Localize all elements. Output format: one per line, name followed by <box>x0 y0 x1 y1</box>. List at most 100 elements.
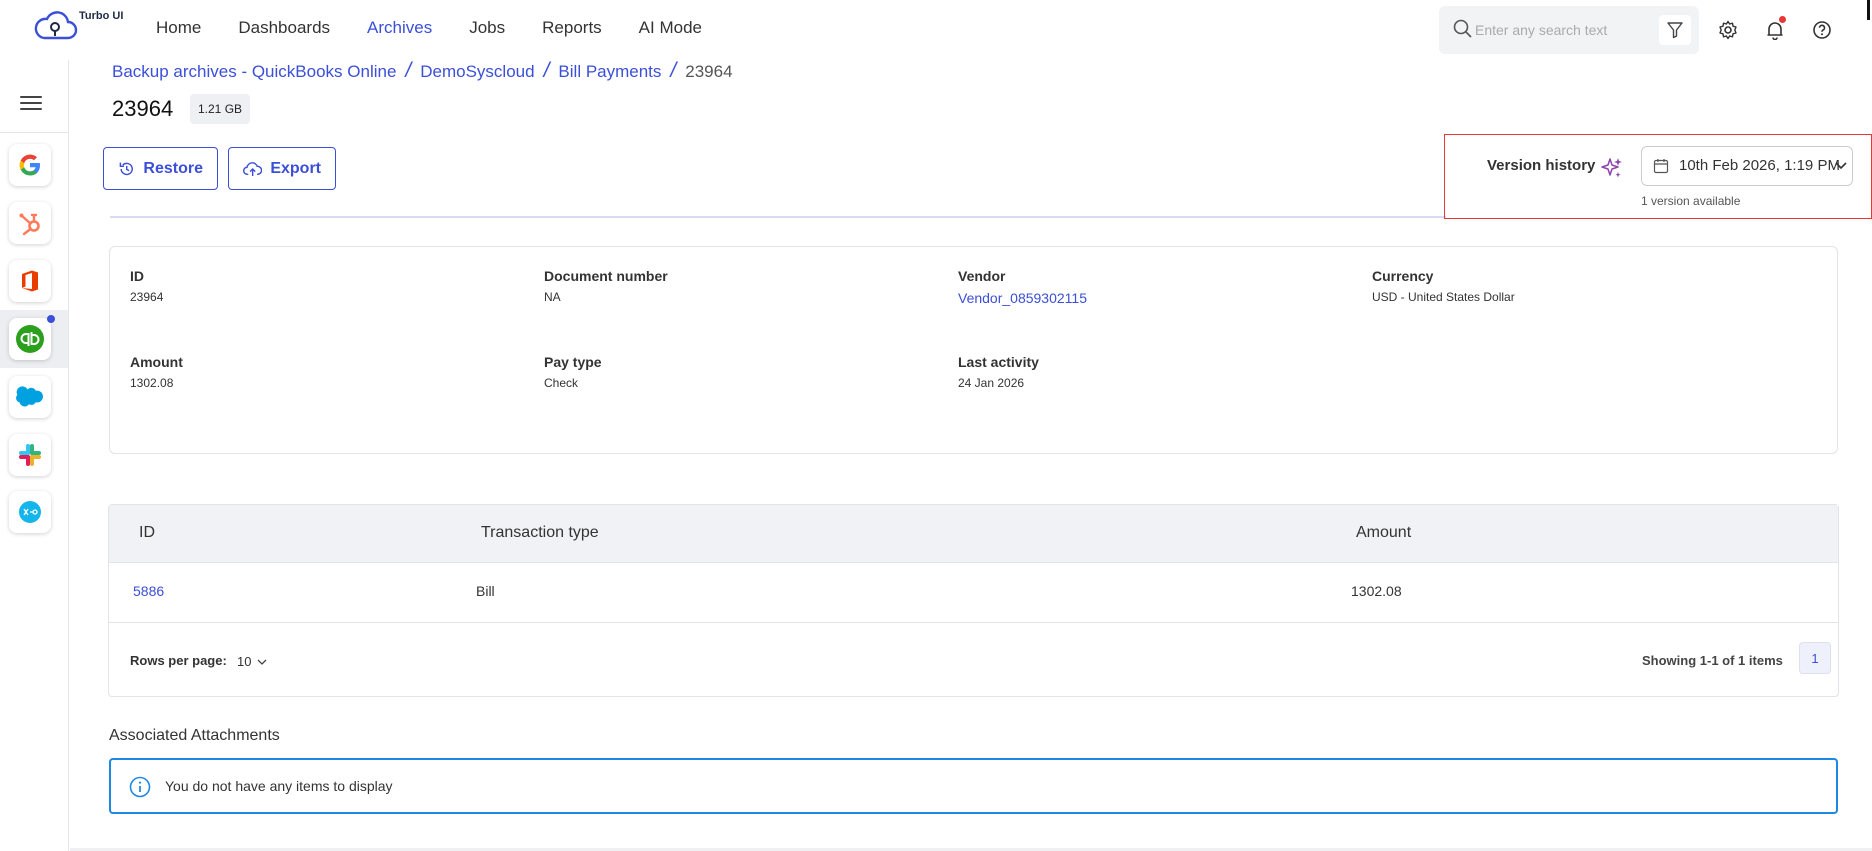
detail-value: USD - United States Dollar <box>1372 290 1515 304</box>
pagination-summary: Showing 1-1 of 1 items <box>1642 653 1783 668</box>
restore-label: Restore <box>143 159 203 177</box>
vendor-link[interactable]: Vendor_0859302115 <box>958 290 1087 306</box>
office-icon <box>22 270 38 292</box>
window-edge-marker <box>1867 0 1870 20</box>
breadcrumb-bill-payments[interactable]: Bill Payments <box>558 62 661 81</box>
export-button[interactable]: Export <box>228 147 336 190</box>
detail-label: Vendor <box>958 268 1006 284</box>
rows-per-page-select[interactable]: 10 <box>237 654 267 669</box>
rows-per-page-value: 10 <box>237 654 252 669</box>
salesforce-icon <box>16 386 43 407</box>
version-select-value: 10th Feb 2026, 1:19 PM <box>1679 157 1840 174</box>
detail-last-activity: Last activity 24 Jan 2026 <box>958 354 1039 390</box>
app-xero[interactable] <box>9 491 51 533</box>
column-header-id[interactable]: ID <box>139 524 155 542</box>
nav-jobs[interactable]: Jobs <box>469 18 505 38</box>
app-quickbooks[interactable] <box>9 318 51 360</box>
top-bar: Turbo UI Home Dashboards Archives Jobs R… <box>0 0 1872 60</box>
logo[interactable]: Turbo UI <box>34 6 124 50</box>
info-icon <box>129 776 151 798</box>
detail-currency: Currency USD - United States Dollar <box>1372 268 1515 304</box>
detail-label: Pay type <box>544 354 602 370</box>
app-hubspot[interactable] <box>9 202 51 244</box>
nav-ai-mode[interactable]: AI Mode <box>639 18 702 38</box>
detail-value: 23964 <box>130 290 164 304</box>
version-count-note: 1 version available <box>1641 194 1741 208</box>
detail-value: NA <box>544 290 561 304</box>
export-label: Export <box>270 159 321 177</box>
empty-state-message: You do not have any items to display <box>165 778 393 794</box>
detail-value: Check <box>544 376 579 390</box>
help-icon <box>1813 21 1831 39</box>
detail-id: ID 23964 <box>130 268 163 304</box>
app-office-365[interactable] <box>9 260 51 302</box>
sparkle-icon[interactable] <box>1600 156 1624 180</box>
version-select[interactable]: 10th Feb 2026, 1:19 PM <box>1641 146 1853 186</box>
app-slack[interactable] <box>9 434 51 476</box>
breadcrumb: Backup archives - QuickBooks Online / Demo… <box>112 59 733 83</box>
nav-home[interactable]: Home <box>156 18 201 38</box>
attachments-empty-state: You do not have any items to display <box>109 758 1838 814</box>
quickbooks-icon <box>16 325 44 353</box>
notifications-button[interactable] <box>1763 16 1787 42</box>
detail-label: Currency <box>1372 268 1434 284</box>
nav-archives[interactable]: Archives <box>367 18 432 38</box>
notification-dot <box>1779 16 1786 23</box>
section-divider <box>110 216 1446 218</box>
restore-icon <box>119 162 133 175</box>
cloud-logo-icon <box>34 11 78 40</box>
google-icon <box>19 154 40 176</box>
search-icon <box>1453 19 1472 38</box>
detail-label: ID <box>130 268 144 284</box>
column-header-transaction-type[interactable]: Transaction type <box>481 524 599 542</box>
breadcrumb-separator: / <box>405 59 412 82</box>
breadcrumb-backup-archives[interactable]: Backup archives - QuickBooks Online <box>112 62 396 81</box>
bell-icon <box>1767 22 1783 40</box>
breadcrumb-separator: / <box>670 59 677 82</box>
restore-button[interactable]: Restore <box>103 147 218 190</box>
sidebar-divider <box>0 132 68 133</box>
help-button[interactable] <box>1810 18 1834 42</box>
detail-document-number: Document number NA <box>544 268 668 304</box>
brand-name: Turbo UI <box>79 10 124 22</box>
detail-value: 24 Jan 2026 <box>958 376 1025 390</box>
version-history-panel: Version history 10th Feb 2026, 1:19 PM 1… <box>1444 134 1872 219</box>
new-activity-dot <box>47 315 55 323</box>
settings-button[interactable] <box>1716 18 1740 42</box>
rows-per-page-label: Rows per page: <box>130 653 227 668</box>
page-button-1[interactable]: 1 <box>1799 642 1831 674</box>
search-input[interactable] <box>1475 18 1653 42</box>
nav-reports[interactable]: Reports <box>542 18 602 38</box>
calendar-icon <box>1653 159 1669 174</box>
filter-button[interactable] <box>1659 15 1691 45</box>
breadcrumb-current: 23964 <box>685 62 733 81</box>
app-sidebar <box>0 60 69 851</box>
main-nav: Home Dashboards Archives Jobs Reports AI… <box>156 18 739 38</box>
attachments-heading: Associated Attachments <box>109 727 280 744</box>
table-header: ID Transaction type Amount <box>109 505 1838 563</box>
search-box <box>1439 6 1699 54</box>
size-badge: 1.21 GB <box>190 94 251 124</box>
detail-vendor: Vendor Vendor_0859302115 <box>958 268 1087 306</box>
nav-dashboards[interactable]: Dashboards <box>238 18 330 38</box>
detail-pay-type: Pay type Check <box>544 354 602 390</box>
transaction-id-link[interactable]: 5886 <box>133 583 164 599</box>
app-google[interactable] <box>9 144 51 186</box>
detail-value: 1302.08 <box>130 376 174 390</box>
gear-icon <box>1719 20 1737 40</box>
chevron-down-icon <box>258 659 267 665</box>
cloud-upload-icon <box>243 161 263 176</box>
page-title: 23964 <box>112 96 174 121</box>
breadcrumb-demosyscloud[interactable]: DemoSyscloud <box>420 62 534 81</box>
record-details-card: ID 23964 Document number NA Vendor Vendo… <box>109 246 1838 454</box>
table-row[interactable]: 5886 Bill 1302.08 <box>109 563 1838 623</box>
transactions-table: ID Transaction type Amount 5886 Bill 130… <box>108 504 1839 697</box>
column-header-amount[interactable]: Amount <box>1356 524 1411 542</box>
detail-label: Last activity <box>958 354 1039 370</box>
app-salesforce[interactable] <box>9 376 51 418</box>
version-history-label: Version history <box>1487 157 1596 174</box>
menu-toggle-icon[interactable] <box>20 96 42 112</box>
filter-icon <box>1667 22 1683 39</box>
detail-label: Document number <box>544 268 668 284</box>
chevron-down-icon <box>1835 162 1847 170</box>
